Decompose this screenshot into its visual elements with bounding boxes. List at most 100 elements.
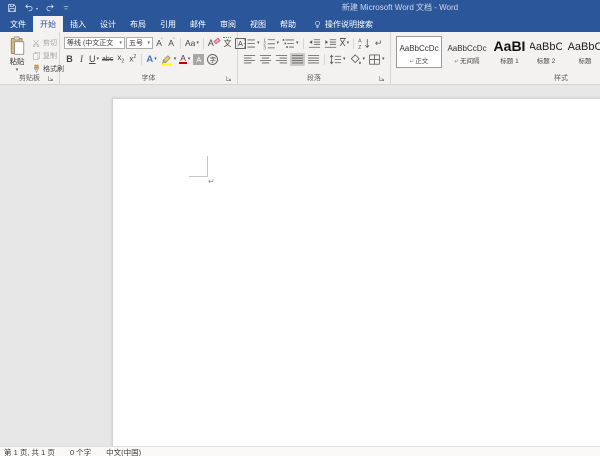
tab-home[interactable]: 开始 [33, 16, 63, 32]
style-preview: AaBbCcDc [447, 45, 486, 53]
italic-button[interactable]: I [76, 53, 87, 66]
numbering-button[interactable]: 123▾ [262, 37, 281, 50]
paragraph-mark: ↵ [208, 178, 215, 186]
save-icon[interactable] [7, 3, 17, 13]
ribbon: 粘贴 ▾ 剪切 复制 格式刷 剪贴板 [0, 32, 600, 85]
superscript-button[interactable]: x2 [127, 53, 138, 66]
font-size-value: 五号 [129, 38, 143, 48]
tell-me-search[interactable]: 操作说明搜索 [305, 16, 381, 32]
font-name-value: 等线 (中文正文 [67, 38, 113, 48]
quick-access-toolbar: ▾ [7, 2, 70, 14]
font-name-caret: ▾ [119, 40, 122, 46]
increase-indent-button[interactable] [323, 37, 338, 50]
bold-button[interactable]: B [64, 53, 75, 66]
redo-icon[interactable] [45, 3, 55, 13]
decrease-indent-button[interactable] [307, 37, 322, 50]
paste-icon [10, 36, 25, 55]
tab-file[interactable]: 文件 [3, 16, 33, 32]
subscript-button[interactable]: x2 [115, 53, 126, 66]
borders-grid-icon [368, 53, 381, 66]
eraser-icon [213, 38, 220, 45]
underline-button[interactable]: U▾ [88, 53, 100, 66]
multilevel-list-icon [282, 37, 295, 50]
bullets-icon [243, 37, 256, 50]
tab-review[interactable]: 审阅 [213, 16, 243, 32]
separator [324, 54, 325, 65]
clipboard-group: 粘贴 ▾ 剪切 复制 格式刷 剪贴板 [0, 32, 60, 84]
tab-help[interactable]: 帮助 [273, 16, 303, 32]
align-left-icon [243, 53, 256, 66]
status-word-count[interactable]: 0 个字 [70, 447, 91, 456]
page[interactable]: ↵ [112, 98, 600, 446]
undo-dropdown-caret[interactable]: ▾ [36, 6, 38, 11]
line-spacing-button[interactable]: ▾ [328, 53, 347, 66]
shrink-font-button[interactable]: Aˇ [166, 37, 177, 50]
shading-button[interactable]: ▾ [348, 53, 367, 66]
styles-group: AaBbCcDc ↵正文 AaBbCcDc ↵无间隔 AaBI 标题 1 AaB… [391, 32, 600, 84]
strikethrough-button[interactable]: abc [101, 53, 114, 66]
sort-button[interactable]: AZ [357, 37, 372, 50]
align-right-button[interactable] [274, 53, 289, 66]
style-item-normal[interactable]: AaBbCcDc ↵正文 [396, 36, 442, 68]
paragraph-dialog-launcher-icon[interactable] [378, 75, 385, 82]
decrease-indent-icon [308, 37, 321, 50]
font-size-select[interactable]: 五号 ▾ [126, 37, 153, 49]
sort-icon: AZ [358, 37, 371, 50]
font-name-select[interactable]: 等线 (中文正文 ▾ [64, 37, 125, 49]
phonetic-guide-button[interactable]: 文 [222, 37, 233, 50]
paragraph-row-1: ▾ 123▾ ▾ X▾ [242, 36, 389, 50]
borders-button[interactable]: ▾ [367, 53, 386, 66]
tab-view[interactable]: 视图 [243, 16, 273, 32]
justify-button[interactable] [290, 53, 305, 66]
style-item-no-spacing[interactable]: AaBbCcDc ↵无间隔 [444, 36, 490, 68]
lightbulb-icon [313, 19, 322, 30]
style-item-title[interactable]: AaBbC 标题 [565, 36, 600, 68]
document-canvas[interactable]: ↵ [0, 85, 600, 446]
status-bar: 第 1 页, 共 1 页 0 个字 中文(中国) [0, 446, 600, 456]
tell-me-label: 操作说明搜索 [325, 19, 373, 30]
align-left-button[interactable] [242, 53, 257, 66]
align-right-icon [275, 53, 288, 66]
customize-qat-icon[interactable] [62, 3, 70, 13]
font-color-button[interactable]: A ▾ [178, 53, 191, 66]
status-page-info[interactable]: 第 1 页, 共 1 页 [4, 447, 55, 456]
show-hide-marks-button[interactable]: ↵ [373, 37, 384, 50]
status-language[interactable]: 中文(中国) [106, 447, 141, 456]
style-item-heading2[interactable]: AaBbC 标题 2 [529, 36, 563, 68]
tab-layout[interactable]: 布局 [123, 16, 153, 32]
tab-insert[interactable]: 插入 [63, 16, 93, 32]
separator [180, 38, 181, 49]
distribute-button[interactable] [306, 53, 321, 66]
clear-formatting-button[interactable]: A [207, 37, 221, 50]
separator [303, 38, 304, 49]
text-highlight-button[interactable]: ▾ [159, 53, 178, 66]
numbering-icon: 123 [263, 37, 276, 50]
undo-icon[interactable] [24, 3, 34, 13]
text-effects-button[interactable]: A▾ [145, 53, 157, 66]
asian-layout-button[interactable]: X▾ [339, 37, 351, 50]
clipboard-dialog-launcher-icon[interactable] [47, 75, 54, 82]
character-shading-button[interactable]: A [192, 53, 205, 66]
styles-group-label: 样式 [531, 73, 591, 83]
grow-font-button[interactable]: Aˆ [154, 37, 165, 50]
align-center-icon [259, 53, 272, 66]
font-dialog-launcher-icon[interactable] [225, 75, 232, 82]
tab-design[interactable]: 设计 [93, 16, 123, 32]
tab-references[interactable]: 引用 [153, 16, 183, 32]
shading-bucket-icon [349, 53, 362, 66]
paste-label: 粘贴 [10, 56, 25, 67]
enclose-character-button[interactable]: 字 [206, 53, 219, 66]
bullets-button[interactable]: ▾ [242, 37, 261, 50]
svg-text:A: A [358, 38, 362, 44]
change-case-button[interactable]: Aa ▾ [184, 37, 200, 50]
font-row-1: 等线 (中文正文 ▾ 五号 ▾ Aˆ Aˇ Aa ▾ [64, 36, 236, 50]
multilevel-list-button[interactable]: ▾ [281, 37, 300, 50]
style-preview: AaBbCcDc [399, 45, 438, 53]
font-size-caret: ▾ [147, 40, 150, 46]
tab-mailings[interactable]: 邮件 [183, 16, 213, 32]
align-center-button[interactable] [258, 53, 273, 66]
justify-icon [291, 53, 304, 66]
style-item-heading1[interactable]: AaBI 标题 1 [492, 36, 527, 68]
style-preview: AaBbC [529, 42, 563, 53]
font-color-swatch [179, 62, 187, 65]
